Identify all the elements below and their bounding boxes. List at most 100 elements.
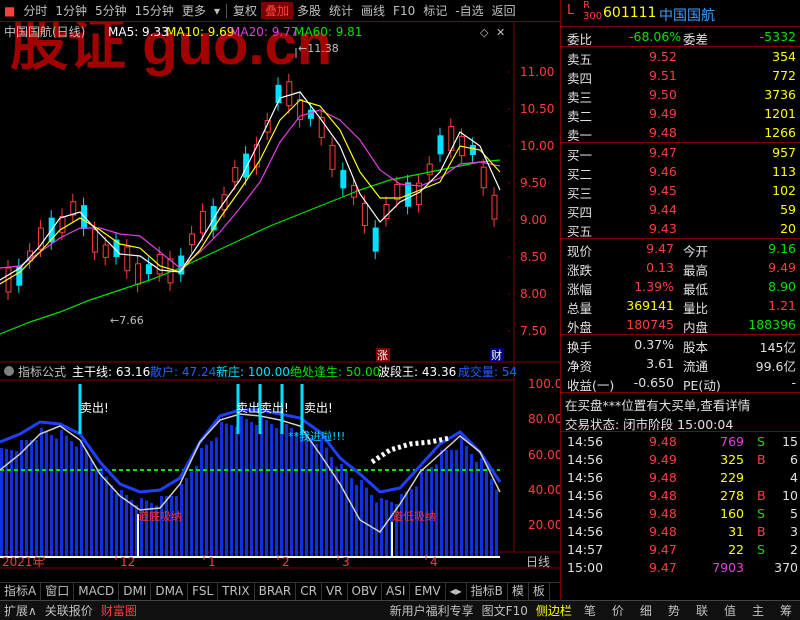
period-label[interactable]: 日线 [526, 555, 550, 569]
price-tick: 8.00 [520, 287, 547, 301]
quote-row: 外盘 180745 内盘 188396 [561, 315, 800, 335]
duogu-button[interactable]: 多股 [293, 2, 325, 19]
indicator-bar [340, 464, 343, 557]
back-button[interactable]: 返回 [488, 2, 520, 19]
candle-body [491, 194, 498, 220]
weibi-label: 委比 [567, 32, 593, 47]
tab-indicator-a[interactable]: 指标A [0, 583, 42, 600]
biaoji-button[interactable]: 标记 [419, 2, 451, 19]
bid-row[interactable]: 买三 9.45 102 [561, 181, 800, 201]
tab-macd[interactable]: MACD [74, 583, 120, 600]
zhi-tab[interactable]: 值 [716, 602, 744, 619]
tab-indicator-b[interactable]: 指标B [467, 583, 508, 600]
indicator-tick: 80.00 [528, 412, 560, 426]
ask-row[interactable]: 卖四 9.51 772 [561, 66, 800, 86]
tab-5min[interactable]: 5分钟 [91, 2, 131, 19]
candle-body [361, 203, 368, 227]
bid-row[interactable]: 买四 9.44 59 [561, 200, 800, 220]
tab-brar[interactable]: BRAR [255, 583, 297, 600]
indicator-bar [485, 468, 488, 557]
tab-window[interactable]: 窗口 [41, 583, 75, 600]
xi-tab[interactable]: 细 [632, 602, 660, 619]
tab-trix[interactable]: TRIX [218, 583, 255, 600]
trade-side: B [757, 524, 766, 539]
indicator-bar [20, 440, 23, 557]
indicator-tick: 60.00 [528, 448, 560, 462]
tab-emv[interactable]: EMV [410, 583, 446, 600]
tab-ban[interactable]: 板 [529, 583, 550, 600]
indicator-bar [55, 438, 58, 557]
trade-price: 9.48 [649, 470, 677, 485]
quote2-row: 净资 3.61 流通 99.6亿 [561, 354, 800, 374]
lian-tab[interactable]: 联 [688, 602, 716, 619]
tab-dma[interactable]: DMA [151, 583, 189, 600]
ask-row[interactable]: 卖二 9.49 1201 [561, 104, 800, 124]
quote-panel: L R 300 601111 中国国航 委比 -68.06% 委差 -5332 卖… [560, 0, 800, 600]
indicator-bar [355, 485, 358, 557]
indicator-bar [195, 466, 198, 557]
bid-row[interactable]: 买五 9.43 20 [561, 219, 800, 239]
tab-arrows[interactable]: ◂▸ [446, 583, 467, 600]
ask-row[interactable]: 卖三 9.50 3736 [561, 85, 800, 105]
diamond-icon[interactable]: ◇ [480, 26, 489, 39]
new-user-button[interactable]: 新用户福利专享 [386, 602, 478, 619]
tab-1min[interactable]: 1分钟 [51, 2, 91, 19]
quote-row: 现价 9.47 今开 9.16 [561, 239, 800, 259]
tab-more[interactable]: 更多 [178, 2, 210, 19]
related-quote-button[interactable]: 关联报价 [41, 602, 97, 619]
wealth-circle-button[interactable]: 财富圈 [97, 602, 141, 619]
zixuan-button[interactable]: -自选 [451, 2, 487, 19]
trade-row: 14:56 9.48 229 4 [561, 468, 800, 486]
ask-price: 9.52 [649, 49, 677, 64]
kline-chart[interactable]: 股证 guo.cn 中国国航(日线) MA5: 9.33 MA10: 9.69 … [0, 22, 560, 570]
indicator-bar [310, 437, 313, 557]
candle-body [480, 166, 487, 189]
chevron-down-icon[interactable]: ▾ [210, 4, 224, 18]
bid-row[interactable]: 买一 9.47 957 [561, 143, 800, 163]
tab-fenshi[interactable]: 分时 [19, 2, 51, 19]
tab-fsl[interactable]: FSL [188, 583, 219, 600]
tab-dmi[interactable]: DMI [119, 583, 152, 600]
close-icon[interactable]: ✕ [496, 26, 505, 39]
sidebar-button[interactable]: 侧边栏 [532, 602, 576, 619]
shi-tab[interactable]: 势 [660, 602, 688, 619]
trade-row: 14:56 9.48 769 S 15 [561, 432, 800, 450]
trade-side: S [757, 542, 765, 557]
ask-volume: 1201 [764, 106, 796, 121]
tab-obv[interactable]: OBV [348, 583, 383, 600]
indicator-bar [265, 420, 268, 557]
tab-15min[interactable]: 15分钟 [131, 2, 178, 19]
fuquan-button[interactable]: 复权 [229, 2, 261, 19]
indicator-toggle-icon[interactable] [4, 366, 14, 376]
ask-row[interactable]: 卖一 9.48 1266 [561, 123, 800, 143]
tab-cr[interactable]: CR [296, 583, 322, 600]
zhu-tab[interactable]: 主 [744, 602, 772, 619]
ask-row[interactable]: 卖五 9.52 354 [561, 47, 800, 67]
bi-tab[interactable]: 笔 [576, 602, 604, 619]
expand-button[interactable]: 扩展∧ [0, 602, 41, 619]
trade-time: 14:56 [567, 434, 604, 449]
f10-graphic-button[interactable]: 图文F10 [478, 602, 532, 619]
diejia-button[interactable]: 叠加 [260, 2, 293, 19]
bid-row[interactable]: 买二 9.46 113 [561, 162, 800, 182]
huaxian-button[interactable]: 画线 [357, 2, 389, 19]
trade-time: 15:00 [567, 560, 604, 575]
tab-asi[interactable]: ASI [382, 583, 411, 600]
jia-tab[interactable]: 价 [604, 602, 632, 619]
icon-minus[interactable]: ■ [0, 4, 19, 18]
tongji-button[interactable]: 统计 [325, 2, 357, 19]
zhang-badge[interactable]: 涨 [377, 349, 388, 362]
indicator-bar [220, 422, 223, 557]
indicator-bar [190, 472, 193, 557]
f10-button[interactable]: F10 [389, 4, 419, 18]
chou-tab[interactable]: 筹 [772, 602, 800, 619]
trade-row: 14:56 9.49 325 B 6 [561, 450, 800, 468]
cai-badge[interactable]: 财 [491, 348, 502, 362]
quote-label: 内盘 [683, 320, 709, 335]
indicator-tick: 20.00 [528, 518, 560, 532]
indicator-bar [90, 460, 93, 557]
tab-vr[interactable]: VR [322, 583, 348, 600]
quote-row: 总量 369141 量比 1.21 [561, 296, 800, 316]
tab-mo[interactable]: 模 [508, 583, 529, 600]
notice-row[interactable]: 在买盘***位置有大买单,查看详情 [561, 393, 800, 413]
